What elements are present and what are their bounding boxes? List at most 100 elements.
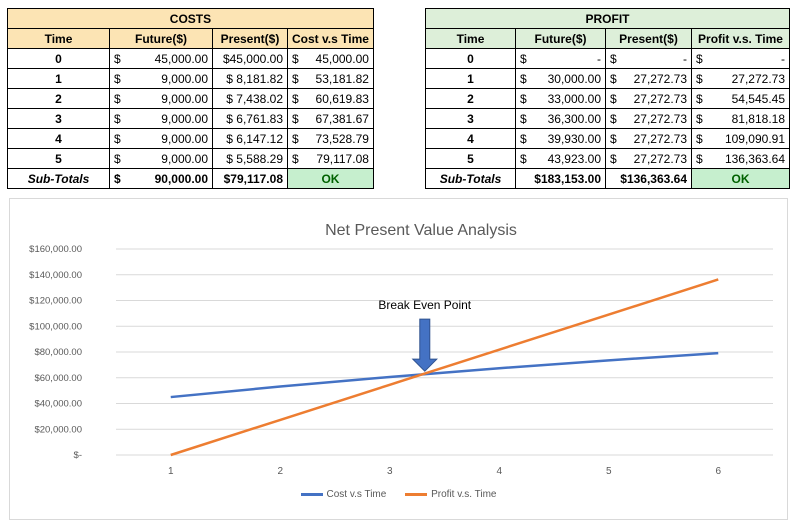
x-tick-label: 3 xyxy=(387,466,393,477)
costs-cvt-value: 53,181.82 xyxy=(315,71,369,86)
currency-symbol: $ xyxy=(520,151,527,166)
break-even-annotation: Break Even Point xyxy=(378,298,472,372)
profit-pvt-value: 27,272.73 xyxy=(731,71,785,86)
profit-subtotal-label: Sub-Totals xyxy=(425,168,516,189)
profit-header-future: Future($) xyxy=(515,28,606,49)
y-tick-label: $140,000.00 xyxy=(29,270,82,281)
currency-symbol: $ xyxy=(520,91,527,106)
costs-cvt-cell: $79,117.08 xyxy=(287,148,374,169)
currency-symbol: $ xyxy=(114,171,121,186)
profit-subtotal-row: Sub-Totals $183,153.00 $136,363.64 OK xyxy=(425,168,790,189)
currency-symbol: $ xyxy=(696,51,703,66)
profit-present-cell: $27,272.73 xyxy=(605,68,692,89)
costs-cvt-value: 60,619.83 xyxy=(315,91,369,106)
costs-row: 0 $45,000.00 $45,000.00 $45,000.00 xyxy=(7,48,374,69)
profit-row: 3 $36,300.00 $27,272.73 $81,818.18 xyxy=(425,108,790,129)
currency-symbol: $ xyxy=(610,51,617,66)
profit-row: 5 $43,923.00 $27,272.73 $136,363.64 xyxy=(425,148,790,169)
legend-label-cost: Cost v.s Time xyxy=(326,489,387,500)
profit-present-cell: $27,272.73 xyxy=(605,88,692,109)
costs-row: 5 $9,000.00 $ 5,588.29 $79,117.08 xyxy=(7,148,374,169)
profit-header-present: Present($) xyxy=(605,28,692,49)
profit-pvt-cell: $27,272.73 xyxy=(691,68,790,89)
profit-pvt-value: 81,818.18 xyxy=(731,111,785,126)
profit-pvt-value: - xyxy=(781,51,785,66)
profit-future-value: 33,000.00 xyxy=(547,91,601,106)
profit-time-cell: 2 xyxy=(425,88,516,109)
currency-symbol: $ xyxy=(520,131,527,146)
legend-swatch-profit xyxy=(405,492,428,496)
x-tick-label: 5 xyxy=(606,466,612,477)
profit-present-value: 27,272.73 xyxy=(633,71,687,86)
currency-symbol: $ xyxy=(292,51,299,66)
series-line-cost[interactable] xyxy=(170,351,719,399)
costs-present-cell: $ 6,761.83 xyxy=(212,108,288,129)
profit-pvt-cell: $54,545.45 xyxy=(691,88,790,109)
currency-symbol: $ xyxy=(114,151,121,166)
currency-symbol: $ xyxy=(292,111,299,126)
npv-chart[interactable]: Net Present Value Analysis $- $20,000.00 $… xyxy=(9,198,788,520)
profit-pvt-value: 136,363.64 xyxy=(724,151,785,166)
costs-future-value: 45,000.00 xyxy=(154,51,208,66)
currency-symbol: $ xyxy=(696,111,703,126)
costs-time-cell: 5 xyxy=(7,148,110,169)
legend-swatch-cost xyxy=(300,492,323,496)
profit-row: 2 $33,000.00 $27,272.73 $54,545.45 xyxy=(425,88,790,109)
currency-symbol: $ xyxy=(292,131,299,146)
profit-header-time: Time xyxy=(425,28,516,49)
currency-symbol: $ xyxy=(696,71,703,86)
down-arrow-icon xyxy=(411,318,438,372)
currency-symbol: $ xyxy=(292,91,299,106)
profit-present-value: 27,272.73 xyxy=(633,111,687,126)
profit-time-cell: 5 xyxy=(425,148,516,169)
profit-present-value: 27,272.73 xyxy=(633,131,687,146)
profit-time-cell: 0 xyxy=(425,48,516,69)
costs-present-cell: $ 5,588.29 xyxy=(212,148,288,169)
profit-time-cell: 1 xyxy=(425,68,516,89)
profit-future-value: 43,923.00 xyxy=(547,151,601,166)
costs-cvt-cell: $73,528.79 xyxy=(287,128,374,149)
currency-symbol: $ xyxy=(696,91,703,106)
profit-row: 4 $39,930.00 $27,272.73 $109,090.91 xyxy=(425,128,790,149)
profit-present-cell: $27,272.73 xyxy=(605,148,692,169)
profit-pvt-cell: $136,363.64 xyxy=(691,148,790,169)
currency-symbol: $ xyxy=(520,111,527,126)
profit-future-cell: $30,000.00 xyxy=(515,68,606,89)
currency-symbol: $ xyxy=(610,151,617,166)
costs-future-value: 9,000.00 xyxy=(161,111,208,126)
costs-row: 3 $9,000.00 $ 6,761.83 $67,381.67 xyxy=(7,108,374,129)
y-tick-label: $40,000.00 xyxy=(34,399,82,410)
legend-item-profit[interactable]: Profit v.s. Time xyxy=(405,489,497,500)
profit-title: PROFIT xyxy=(425,8,790,29)
costs-subtotal-future: $90,000.00 xyxy=(109,168,213,189)
costs-row: 2 $9,000.00 $ 7,438.02 $60,619.83 xyxy=(7,88,374,109)
profit-table: PROFIT Time Future($) Present($) Profit … xyxy=(425,8,790,189)
costs-cvt-value: 79,117.08 xyxy=(316,151,369,166)
costs-future-cell: $9,000.00 xyxy=(109,108,213,129)
costs-time-cell: 0 xyxy=(7,48,110,69)
costs-subtotal-row: Sub-Totals $90,000.00 $79,117.08 OK xyxy=(7,168,374,189)
x-tick-label: 1 xyxy=(168,466,174,477)
profit-pvt-value: 54,545.45 xyxy=(731,91,785,106)
profit-pvt-cell: $81,818.18 xyxy=(691,108,790,129)
legend-item-cost[interactable]: Cost v.s Time xyxy=(300,489,387,500)
profit-future-cell: $36,300.00 xyxy=(515,108,606,129)
costs-time-cell: 2 xyxy=(7,88,110,109)
costs-cvt-value: 73,528.79 xyxy=(315,131,369,146)
profit-time-cell: 3 xyxy=(425,108,516,129)
y-tick-label: $160,000.00 xyxy=(29,244,82,255)
profit-present-cell: $ - xyxy=(605,48,692,69)
profit-future-cell: $33,000.00 xyxy=(515,88,606,109)
x-tick-label: 2 xyxy=(277,466,283,477)
y-tick-label: $100,000.00 xyxy=(29,321,82,332)
profit-future-value: 36,300.00 xyxy=(547,111,601,126)
costs-cvt-value: 67,381.67 xyxy=(315,111,369,126)
y-tick-label: $20,000.00 xyxy=(34,424,82,435)
costs-future-cell: $9,000.00 xyxy=(109,128,213,149)
costs-future-cell: $9,000.00 xyxy=(109,68,213,89)
currency-symbol: $ xyxy=(520,51,527,66)
currency-symbol: $ xyxy=(292,151,299,166)
profit-future-cell: $ - xyxy=(515,48,606,69)
profit-time-cell: 4 xyxy=(425,128,516,149)
currency-symbol: $ xyxy=(114,51,121,66)
